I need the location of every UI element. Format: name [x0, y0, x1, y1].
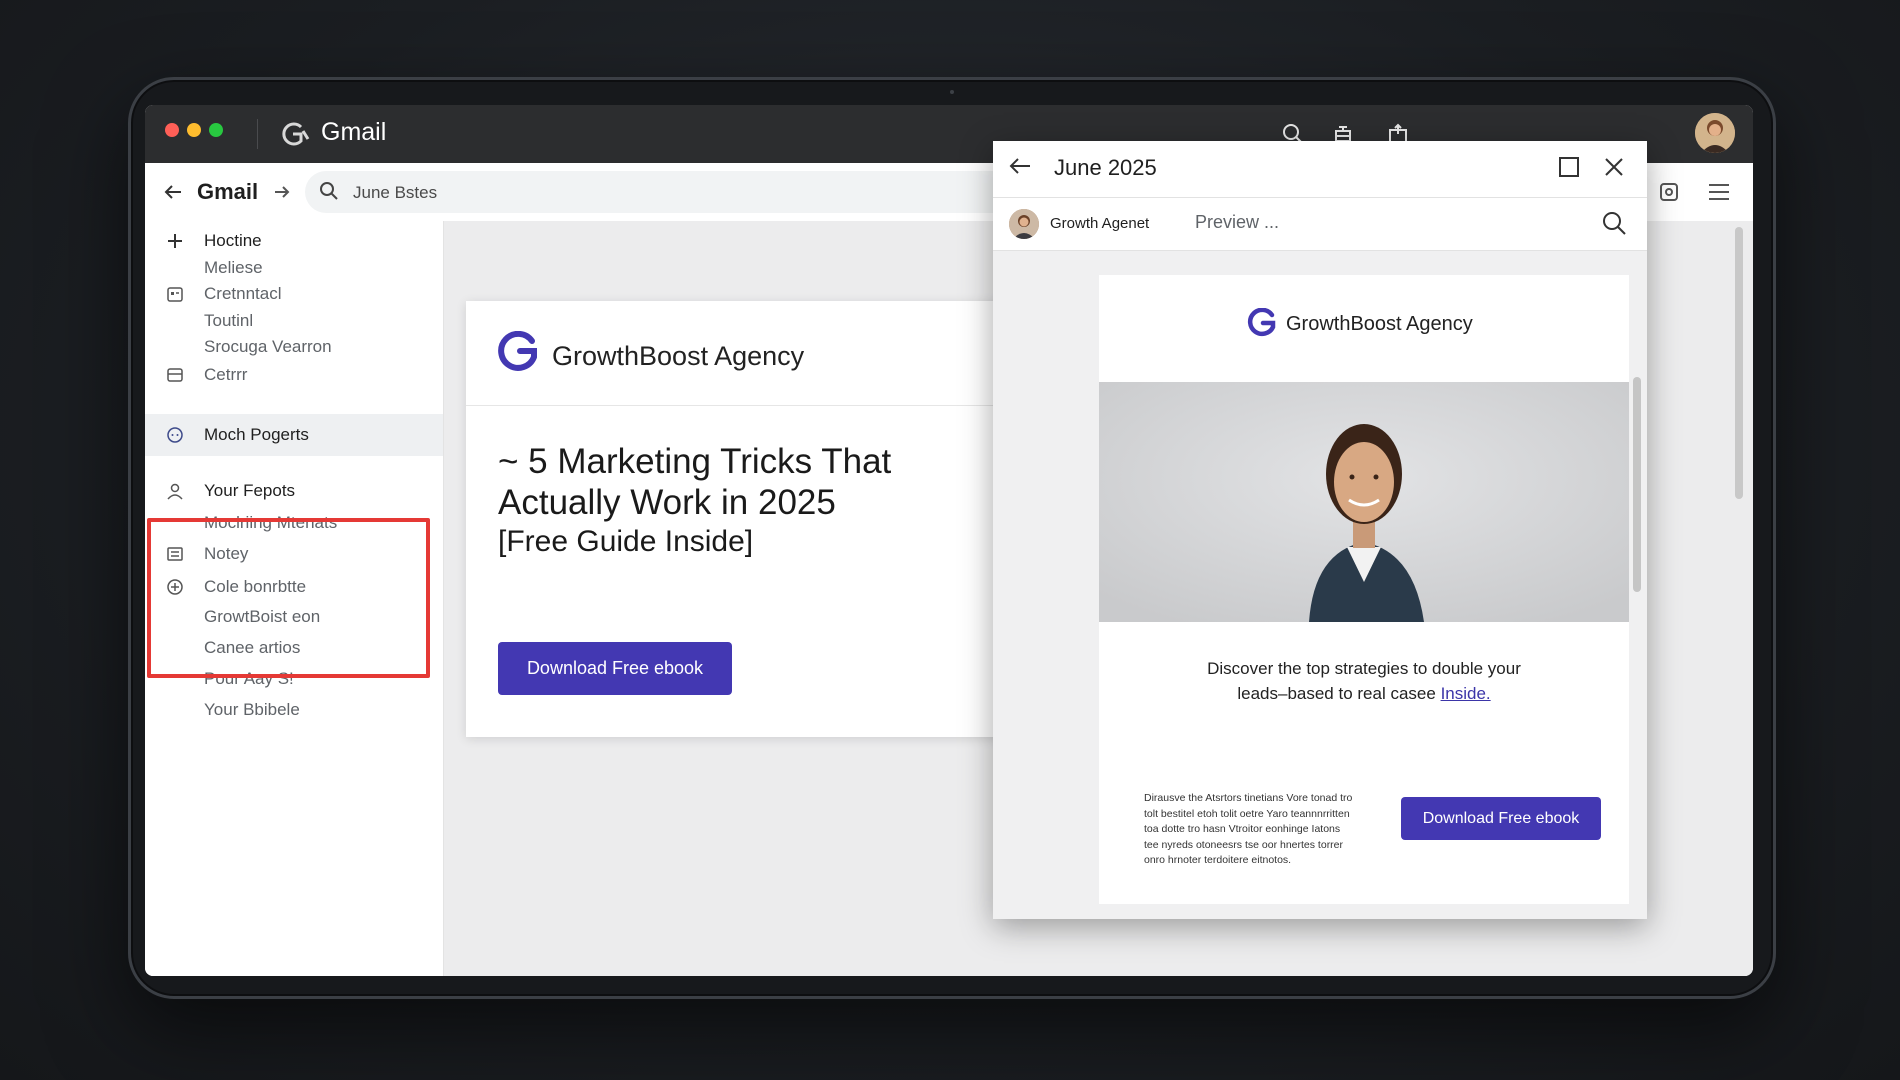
camera-dot: [950, 90, 954, 94]
growthboost-logo-icon: [1246, 307, 1278, 345]
help-icon[interactable]: [1653, 176, 1685, 208]
popup-sender-bar: Growth Agenet Preview ...: [993, 198, 1647, 251]
sidebar-item[interactable]: Srocuga Vearron: [145, 334, 443, 360]
search-icon[interactable]: [1601, 210, 1627, 241]
gmail-logo-icon: [277, 119, 311, 149]
sidebar-item-label: Meliese: [204, 258, 263, 277]
brand-name: GrowthBoost Agency: [1286, 313, 1473, 335]
app-title: Gmail: [321, 118, 387, 146]
email-body: GrowthBoost Agency Discover the top stra…: [1099, 275, 1629, 904]
inbox-icon: [165, 365, 185, 385]
calendar-icon: [165, 284, 185, 304]
sender-name: Growth Agenet: [1050, 215, 1150, 232]
email-card: GrowthBoost Agency ~ 5 Marketing Tricks …: [466, 301, 1026, 737]
sidebar-item-label: Moclriing Mtenats: [204, 513, 338, 532]
scrollbar-thumb[interactable]: [1735, 227, 1743, 499]
fine-print: Dirausve the Atsrtors tinetians Vore ton…: [1144, 792, 1353, 866]
add-circle-icon: [165, 577, 185, 597]
growthboost-logo-icon: [496, 330, 540, 380]
chat-icon: [165, 425, 185, 445]
sidebar-item-label: Your Fepots: [204, 481, 296, 500]
sidebar-item-label: Pour Aay S!: [204, 669, 294, 688]
sidebar-item[interactable]: Toutinl: [145, 308, 443, 334]
sidebar-item-label: Moch Pogerts: [204, 425, 309, 444]
sidebar-item[interactable]: Cole bonrbtte: [145, 574, 443, 600]
title-separator: [257, 119, 258, 149]
download-ebook-button[interactable]: Download Free ebook: [498, 642, 732, 695]
sidebar-item[interactable]: Meliese: [145, 255, 443, 281]
maximize-window-button[interactable]: [209, 123, 223, 137]
email-headline: ~ 5 Marketing Tricks That Actually Work …: [498, 442, 892, 522]
person-icon: [165, 481, 185, 501]
sidebar-item-label: Your Bbibele: [204, 700, 300, 719]
user-avatar[interactable]: [1695, 113, 1735, 153]
popup-title: June 2025: [1054, 155, 1157, 180]
plus-icon: [165, 231, 185, 251]
sidebar-item[interactable]: Your Bbibele: [145, 697, 443, 723]
email-popup: June 2025 Growth Agenet Preview ... Grow…: [993, 141, 1647, 919]
sidebar-item-label: Srocuga Vearron: [204, 337, 332, 356]
minimize-window-button[interactable]: [187, 123, 201, 137]
email-message: Discover the top strategies to double yo…: [1189, 656, 1539, 706]
maximize-icon[interactable]: [1556, 154, 1582, 185]
sidebar-item[interactable]: Moclriing Mtenats: [145, 510, 443, 536]
sidebar-item-label: Canee artios: [204, 638, 301, 657]
inside-link[interactable]: Inside.: [1441, 684, 1491, 703]
sidebar-item[interactable]: Cretnntacl: [145, 281, 443, 307]
sidebar-item-label: Cretnntacl: [204, 284, 282, 303]
sidebar-item-label: Cetrrr: [204, 365, 248, 384]
sidebar-item-active[interactable]: Moch Pogerts: [145, 414, 443, 456]
forward-arrow-icon[interactable]: [266, 176, 298, 208]
sidebar-item[interactable]: Notey: [145, 541, 443, 567]
sender-avatar: [1009, 209, 1039, 239]
close-window-button[interactable]: [165, 123, 179, 137]
back-arrow-icon[interactable]: [1007, 153, 1033, 184]
sidebar: Hoctine Meliese Cretnntacl Toutinl Srocu…: [145, 221, 444, 976]
main-scrollbar[interactable]: [1732, 221, 1746, 976]
sidebar-item[interactable]: Canee artios: [145, 635, 443, 661]
close-icon[interactable]: [1601, 154, 1627, 185]
email-header: GrowthBoost Agency: [1099, 275, 1629, 382]
screen: Gmail Gmail June Bstes Hoctine Meliese C…: [145, 105, 1753, 976]
back-arrow-icon[interactable]: [157, 176, 189, 208]
sidebar-item-label: Notey: [204, 544, 249, 563]
sidebar-item-label: Hoctine: [204, 231, 262, 250]
search-icon: [319, 181, 339, 206]
email-subheadline: [Free Guide Inside]: [498, 525, 754, 558]
menu-icon[interactable]: [1703, 176, 1735, 208]
sidebar-item[interactable]: Pour Aay S!: [145, 666, 443, 692]
popup-header: June 2025: [993, 141, 1647, 198]
sidebar-item-compose[interactable]: Hoctine: [145, 228, 443, 254]
gmail-label: Gmail: [197, 179, 259, 204]
sidebar-item-label: GrowtBoist eon: [204, 607, 321, 626]
sidebar-item[interactable]: Cetrrr: [145, 362, 443, 388]
note-icon: [165, 544, 185, 564]
sidebar-item[interactable]: GrowtBoist eon: [145, 604, 443, 630]
popup-scrollbar-thumb[interactable]: [1633, 377, 1641, 592]
preview-label: Preview ...: [1195, 212, 1280, 232]
brand-name: GrowthBoost Agency: [552, 341, 805, 371]
sidebar-item-label: Cole bonrbtte: [204, 577, 307, 596]
download-ebook-button[interactable]: Download Free ebook: [1401, 797, 1601, 840]
sidebar-item-label: Toutinl: [204, 311, 254, 330]
sidebar-item[interactable]: Your Fepots: [145, 478, 443, 504]
email-card-header: GrowthBoost Agency: [466, 301, 1026, 406]
hero-portrait-image: [1099, 382, 1629, 622]
